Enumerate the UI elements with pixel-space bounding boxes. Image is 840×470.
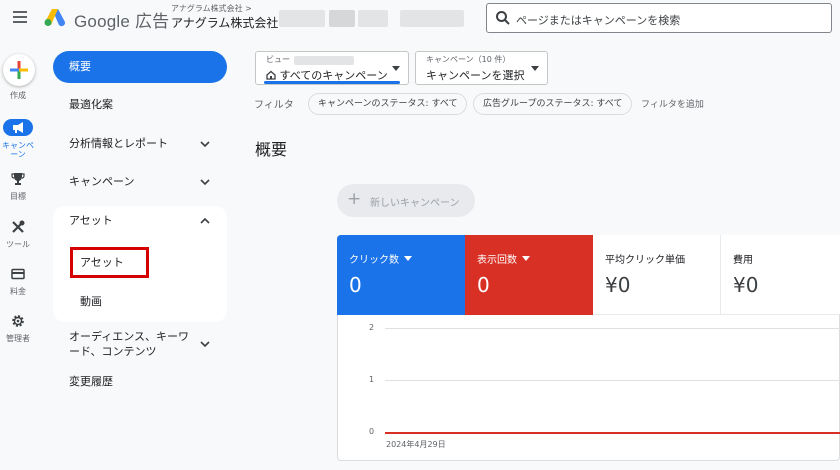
caret-down-icon (522, 256, 530, 261)
rail-admin-label: 管理者 (6, 334, 30, 343)
megaphone-icon (3, 119, 33, 136)
y-tick-label: 2 (369, 323, 375, 332)
chevron-down-icon (200, 141, 210, 148)
metric-card-avg-cpc[interactable]: 平均クリック単価 ¥0 (593, 235, 721, 315)
chevron-down-icon (200, 341, 210, 348)
gear-icon (12, 315, 24, 327)
rail-billing-label: 料金 (10, 287, 26, 296)
campaign-status-chip[interactable]: キャンペーンのステータス: すべて (308, 93, 468, 115)
rail-create-label: 作成 (10, 91, 26, 100)
redacted-block (400, 10, 464, 27)
metric-cost-label: 費用 (733, 255, 753, 266)
view-dropdown[interactable]: ビュー すべてのキャンペーン (255, 51, 409, 85)
y-tick-label: 0 (369, 427, 375, 436)
credit-card-icon (11, 268, 25, 280)
nav-insights[interactable]: 分析情報とレポート (53, 128, 227, 160)
tools-icon (12, 220, 25, 233)
chevron-down-icon (200, 179, 210, 186)
home-icon (266, 70, 276, 80)
metric-card-impressions[interactable]: 表示回数 0 (465, 235, 593, 315)
add-filter-link[interactable]: フィルタを追加 (641, 97, 704, 110)
y-tick-label: 1 (369, 375, 375, 384)
rail-item-admin[interactable]: 管理者 (0, 313, 36, 343)
rail-campaigns-label: キャンペーン (2, 141, 34, 159)
rail-item-goals[interactable]: 目標 (0, 171, 36, 201)
metric-avg-cpc-label: 平均クリック単価 (605, 255, 685, 266)
search-placeholder: ページまたはキャンペーンを検索 (516, 14, 681, 27)
rail-item-billing[interactable]: 料金 (0, 266, 36, 296)
rail-goals-label: 目標 (10, 192, 26, 201)
nav-recommendations-label: 最適化案 (69, 98, 113, 111)
trophy-icon (11, 173, 25, 185)
google-ads-logo-icon (44, 9, 66, 27)
chevron-up-icon (200, 217, 210, 224)
nav-recommendations[interactable]: 最適化案 (53, 89, 227, 121)
nav-campaigns[interactable]: キャンペーン (53, 166, 227, 198)
nav-overview[interactable]: 概要 (53, 51, 227, 83)
filter-label: フィルタ (254, 100, 294, 111)
nav-change-history[interactable]: 変更履歴 (53, 366, 227, 398)
metric-clicks-value: 0 (349, 273, 362, 297)
search-input[interactable]: ページまたはキャンペーンを検索 (486, 3, 832, 33)
new-campaign-button[interactable]: + 新しいキャンペーン (337, 184, 475, 217)
nav-sub-videos[interactable]: 動画 (80, 293, 102, 309)
campaign-dropdown[interactable]: キャンペーン（10 件） キャンペーンを選択 (415, 51, 548, 85)
create-button[interactable] (3, 54, 35, 86)
redacted-block (358, 10, 388, 27)
rail-tools-label: ツール (6, 240, 30, 249)
series-line (385, 432, 840, 434)
page-title: 概要 (255, 140, 288, 159)
plus-icon (10, 61, 28, 79)
nav-assets-label: アセット (69, 214, 113, 227)
adgroup-status-chip[interactable]: 広告グループのステータス: すべて (473, 93, 633, 115)
metric-avg-cpc-value: ¥0 (605, 273, 631, 297)
account-breadcrumb[interactable]: アナグラム株式会社 > (171, 3, 252, 14)
caret-down-icon (531, 66, 539, 71)
gridline (385, 328, 840, 329)
caret-down-icon (404, 256, 412, 261)
campaign-dropdown-label: キャンペーン（10 件） (426, 55, 511, 64)
caret-down-icon (392, 66, 400, 71)
view-active-indicator (264, 81, 400, 84)
metric-card-cost[interactable]: 費用 ¥0 (721, 235, 840, 315)
campaign-dropdown-value: キャンペーンを選択 (426, 69, 525, 82)
nav-assets[interactable]: アセット (53, 205, 227, 237)
metric-clicks-label: クリック数 (349, 251, 412, 266)
redacted-block (329, 10, 355, 27)
nav-insights-label: 分析情報とレポート (69, 137, 168, 150)
nav-audiences[interactable]: オーディエンス、キーワード、コンテンツ (69, 329, 199, 359)
metric-card-clicks[interactable]: クリック数 0 (337, 235, 465, 315)
search-icon (496, 11, 510, 25)
rail-create-label-wrap: 作成 (0, 89, 36, 100)
x-tick-label: 2024年4月29日 (386, 440, 446, 449)
brand-name[interactable]: Google 広告 (74, 7, 169, 32)
plus-icon: + (347, 189, 362, 209)
nav-campaigns-label: キャンペーン (69, 175, 135, 188)
top-bar: Google 広告 アナグラム株式会社 > アナグラム株式会社 ページまたはキャ… (0, 0, 840, 38)
account-name[interactable]: アナグラム株式会社 (171, 14, 278, 31)
gridline (385, 380, 840, 381)
view-dropdown-label: ビュー (266, 55, 290, 64)
new-campaign-label: 新しいキャンペーン (370, 198, 460, 209)
redacted-block (294, 56, 354, 65)
menu-icon[interactable] (9, 8, 31, 28)
metric-impressions-value: 0 (477, 273, 490, 297)
highlight-box (70, 247, 149, 278)
redacted-block (279, 10, 325, 27)
rail-item-tools[interactable]: ツール (0, 219, 36, 249)
metric-cost-value: ¥0 (733, 273, 759, 297)
nav-overview-label: 概要 (69, 60, 91, 73)
metric-impressions-label: 表示回数 (477, 251, 530, 266)
rail-item-campaigns[interactable]: キャンペーン (0, 119, 36, 159)
nav-change-history-label: 変更履歴 (69, 375, 113, 388)
